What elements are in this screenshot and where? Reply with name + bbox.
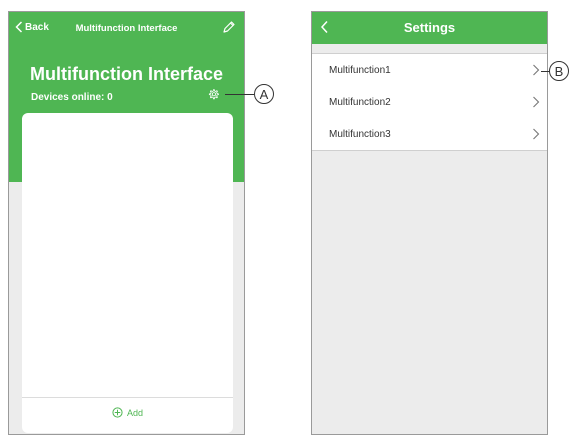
callout-a-line	[225, 94, 254, 95]
add-label: Add	[126, 407, 143, 418]
list-item-label: Multifunction2	[329, 96, 391, 108]
add-button[interactable]: Add	[22, 407, 233, 418]
plus-circle-icon	[112, 407, 123, 418]
settings-screen: Settings Multifunction1 Multifunction2 M…	[311, 11, 548, 435]
list-item-label: Multifunction1	[329, 64, 391, 76]
list-item-label: Multifunction3	[329, 128, 391, 140]
chevron-right-icon	[533, 64, 540, 76]
callout-a: A	[254, 84, 274, 104]
list-item-multifunction3[interactable]: Multifunction3	[312, 118, 547, 150]
callout-b: B	[549, 61, 569, 81]
top-bar: Settings	[312, 12, 547, 44]
settings-list: Multifunction1 Multifunction2 Multifunct…	[312, 53, 547, 151]
header-title: Settings	[403, 20, 456, 35]
pencil-icon[interactable]	[222, 20, 236, 34]
list-item-multifunction1[interactable]: Multifunction1	[312, 54, 547, 86]
multifunction-interface-screen: Back Multifunction Interface Multifuncti…	[8, 11, 245, 435]
list-item-multifunction2[interactable]: Multifunction2	[312, 86, 547, 118]
chevron-right-icon	[533, 128, 540, 140]
card-divider	[22, 397, 233, 398]
devices-online-count: Devices online: 0	[31, 92, 113, 103]
chevron-right-icon	[533, 96, 540, 108]
gear-icon[interactable]	[207, 88, 220, 101]
page-title: Multifunction Interface	[30, 64, 223, 84]
devices-card: Add	[22, 113, 233, 433]
header-title: Multifunction Interface	[75, 23, 178, 34]
top-bar: Back Multifunction Interface	[9, 12, 244, 46]
